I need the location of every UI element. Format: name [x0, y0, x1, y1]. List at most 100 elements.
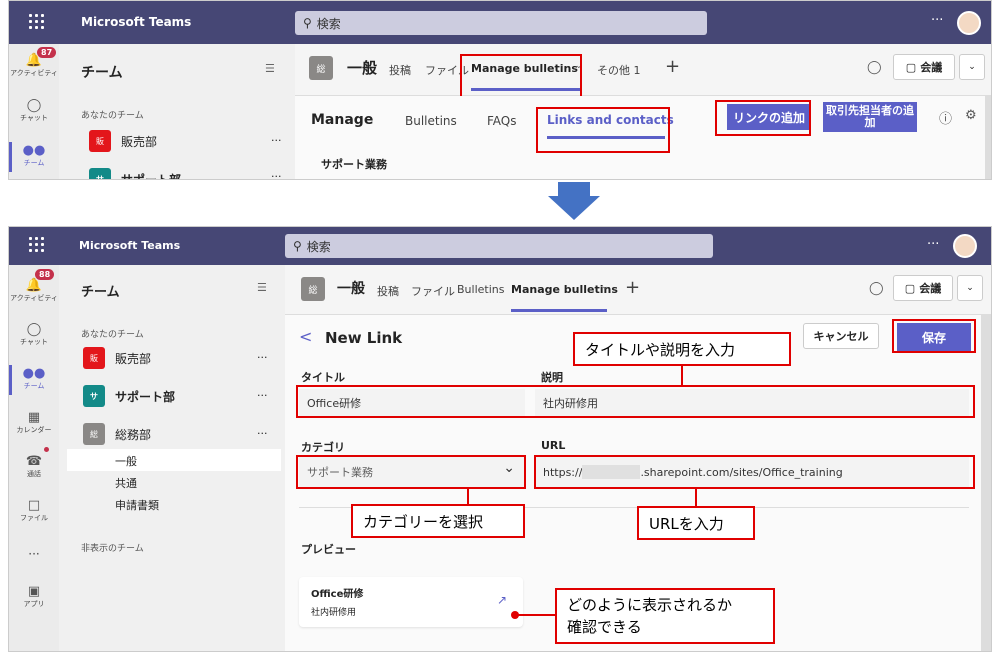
bottom-app-rail: 🔔 アクティビティ 88 ◯ チャット ●● チーム ▦ カレンダー ☎ 通話 □ ファイル…: [9, 265, 59, 651]
add-tab-button[interactable]: +: [625, 277, 640, 298]
tab-bulletins[interactable]: Bulletins: [457, 283, 504, 296]
cancel-button[interactable]: キャンセル: [803, 323, 879, 349]
manage-title: Manage: [311, 112, 374, 128]
activity-badge: 87: [37, 47, 57, 58]
channel-name: 一般: [347, 59, 378, 77]
team-more[interactable]: ···: [257, 427, 268, 440]
rail-calls[interactable]: ☎ 通話: [9, 455, 59, 479]
callout-title-description: タイトルや説明を入力: [573, 332, 791, 366]
tab-bulletins[interactable]: Bulletins: [405, 114, 457, 128]
channel-name: 一般: [337, 281, 365, 297]
callout-connector: [516, 614, 556, 616]
url-label: URL: [541, 439, 566, 452]
callout-preview: どのように表示されるか 確認できる: [555, 588, 775, 644]
team-item[interactable]: サ サポート部: [83, 385, 175, 407]
channel-item-selected[interactable]: [67, 449, 281, 471]
rail-active-indicator: [9, 142, 12, 172]
category-label: カテゴリ: [301, 441, 345, 454]
scrollbar[interactable]: [981, 315, 991, 651]
conversation-icon[interactable]: ◯: [867, 60, 882, 75]
rail-apps[interactable]: ▣ アプリ: [9, 585, 59, 609]
external-link-icon[interactable]: ↗: [497, 593, 507, 607]
meet-button[interactable]: ▢ 会議: [893, 275, 953, 301]
meet-button[interactable]: ▢ 会議: [893, 54, 955, 80]
calendar-icon: ▦: [27, 410, 41, 425]
description-label: 説明: [541, 371, 563, 384]
callout-url: URLを入力: [637, 506, 755, 540]
team-item[interactable]: 販 販売部: [89, 130, 157, 152]
highlight-links-and-contacts: [536, 107, 670, 153]
rail-chat[interactable]: ◯ チャット: [9, 99, 59, 123]
app-launcher-icon[interactable]: [29, 14, 44, 29]
channel-item[interactable]: 共通: [115, 475, 137, 491]
callout-category: カテゴリーを選択: [351, 504, 525, 538]
team-item[interactable]: サ サポート部: [89, 168, 182, 180]
highlight-title-desc-row: [296, 385, 975, 418]
team-more[interactable]: ···: [271, 170, 282, 179]
team-more[interactable]: ···: [257, 389, 268, 402]
bottom-channel-header: 総 一般 投稿 ファイル Bulletins Manage bulletins …: [285, 265, 991, 315]
rail-teams[interactable]: ●● チーム: [9, 144, 59, 168]
bottom-title-bar: Microsoft Teams ⚲ 検索 ···: [9, 227, 991, 265]
app-name: Microsoft Teams: [81, 15, 192, 29]
callout-dot: [511, 611, 519, 619]
avatar[interactable]: [957, 11, 981, 35]
meet-dropdown[interactable]: ⌄: [957, 275, 983, 301]
team-avatar: サ: [89, 168, 111, 179]
team-more[interactable]: ···: [271, 134, 282, 147]
rail-active-indicator: [9, 365, 12, 395]
conversation-icon[interactable]: ◯: [869, 281, 884, 296]
add-contact-button[interactable]: 取引先担当者の追加: [823, 102, 917, 132]
preview-description: 社内研修用: [311, 608, 357, 618]
search-input[interactable]: ⚲ 検索: [285, 234, 713, 258]
video-icon: ▢: [904, 281, 916, 295]
back-button[interactable]: <: [299, 327, 312, 346]
meet-dropdown[interactable]: ⌄: [959, 54, 985, 80]
team-item[interactable]: 総 総務部: [83, 423, 151, 445]
phone-icon: ☎: [25, 454, 43, 469]
highlight-url: [534, 455, 975, 489]
filter-icon[interactable]: ☰: [265, 62, 275, 75]
rail-chat[interactable]: ◯ チャット: [9, 323, 59, 347]
tab-more[interactable]: その他 1: [597, 62, 641, 78]
team-more[interactable]: ···: [257, 351, 268, 364]
teams-icon: ●●: [22, 143, 46, 158]
avatar[interactable]: [953, 234, 977, 258]
apps-icon: ▣: [27, 584, 41, 599]
app-launcher-icon[interactable]: [29, 237, 44, 252]
team-avatar: 総: [83, 423, 105, 445]
tab-posts[interactable]: 投稿: [389, 62, 411, 78]
search-icon: ⚲: [293, 239, 302, 253]
channel-item[interactable]: 一般: [115, 453, 137, 469]
rail-teams[interactable]: ●● チーム: [9, 367, 59, 391]
filter-icon[interactable]: ☰: [257, 281, 267, 294]
rail-files[interactable]: □ ファイル: [9, 499, 59, 523]
tab-posts[interactable]: 投稿: [377, 283, 399, 299]
rail-more[interactable]: ···: [9, 547, 59, 561]
more-options[interactable]: ···: [927, 237, 939, 252]
add-tab-button[interactable]: +: [665, 56, 680, 77]
team-name: サポート部: [121, 172, 182, 180]
your-teams-label: あなたのチーム: [81, 330, 144, 340]
channel-avatar: 総: [301, 277, 325, 301]
rail-activity[interactable]: 🔔 アクティビティ: [9, 279, 59, 303]
more-options[interactable]: ···: [931, 13, 943, 28]
search-input[interactable]: ⚲ 検索: [295, 11, 707, 35]
highlight-save: [892, 319, 976, 353]
your-teams-label: あなたのチーム: [81, 111, 144, 121]
panel-title: チーム: [81, 285, 120, 300]
gear-icon[interactable]: ⚙: [965, 108, 977, 123]
rail-calendar[interactable]: ▦ カレンダー: [9, 411, 59, 435]
tab-faqs[interactable]: FAQs: [487, 114, 517, 128]
highlight-manage-bulletins: [460, 54, 582, 98]
tab-files[interactable]: ファイル: [411, 283, 455, 299]
info-icon[interactable]: ⓘ: [939, 108, 952, 127]
channel-item[interactable]: 申請書類: [115, 497, 159, 513]
form-title: New Link: [325, 329, 403, 347]
team-item[interactable]: 販 販売部: [83, 347, 151, 369]
video-icon: ▢: [905, 60, 917, 74]
scrollbar[interactable]: [985, 96, 991, 179]
callout-connector: [467, 488, 469, 504]
hidden-teams-label[interactable]: 非表示のチーム: [81, 541, 144, 554]
top-teams-panel: チーム ☰ あなたのチーム 販 販売部 ··· サ サポート部 ···: [59, 44, 295, 180]
